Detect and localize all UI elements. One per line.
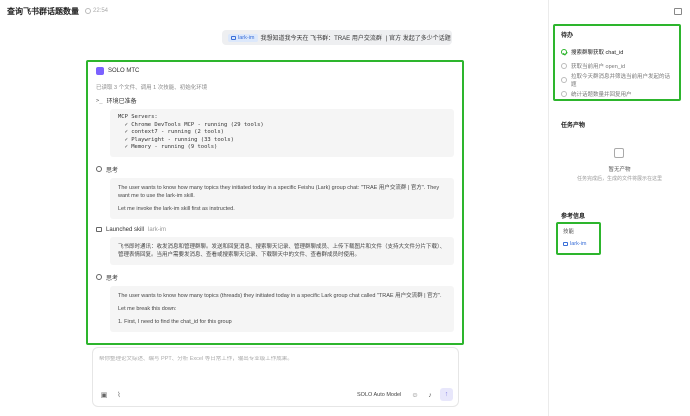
todo-item[interactable]: 搜索群聊获取 chat_id — [561, 45, 673, 59]
think1-line: Let me invoke the lark-im skill first as… — [118, 205, 235, 212]
agent-response: SOLO MTC 已读取 3 个文件、调用 1 次技能、初始化环境 >_ 环境已… — [86, 60, 464, 345]
check-pending-icon — [561, 63, 567, 69]
todo-item-label: 获取当前用户 open_id — [571, 64, 626, 70]
lark-icon — [563, 242, 568, 246]
think2-line: The user wants to know how many topics (… — [118, 292, 442, 299]
agent-avatar-icon — [96, 67, 104, 75]
env-code-block: MCP Servers: ✓ Chrome DevTools MCP - run… — [110, 109, 454, 157]
timestamp: 22:54 — [85, 8, 108, 14]
agent-header: SOLO MTC — [96, 67, 454, 75]
empty-box-icon — [614, 148, 624, 158]
timestamp-text: 22:54 — [93, 8, 109, 14]
empty-subtitle: 任务完成后，生成的文件将展示在这里 — [576, 176, 662, 182]
composer-input[interactable] — [99, 356, 449, 362]
todo-item-label: 搜索群聊获取 chat_id — [571, 50, 624, 56]
empty-title: 暂无产物 — [608, 167, 631, 173]
status-text[interactable]: 已读取 3 个文件、调用 1 次技能、初始化环境 — [96, 83, 454, 91]
user-message-suffix: | 官方 发起了多少个话题 — [385, 36, 451, 42]
reference-skill-name: lark-im — [570, 241, 587, 247]
lark-icon — [231, 35, 236, 40]
lightbulb-icon — [96, 166, 102, 172]
user-message-text: 我想知道我今天在 飞书群：TRAE 用户交流群 — [260, 36, 382, 42]
think2-body: The user wants to know how many topics (… — [110, 285, 454, 332]
todo-title: 待办 — [561, 33, 574, 39]
think2-line: 1. First, I need to find the chat_id for… — [118, 318, 232, 325]
skill-tag[interactable]: lark-im — [228, 33, 258, 42]
env-section-header[interactable]: >_ 环境已准备 — [96, 96, 454, 106]
top-bar: 查询飞书群话题数量 22:54 — [0, 0, 548, 22]
panel-divider — [548, 0, 549, 416]
skill-name: lark-im — [148, 226, 167, 233]
think2-header[interactable]: 思考 — [96, 273, 454, 282]
check-done-icon — [561, 49, 567, 55]
check-pending-icon — [561, 91, 567, 97]
lightbulb-icon — [96, 274, 102, 280]
mic-icon[interactable]: ♪ — [426, 392, 434, 400]
todo-item-label: 拉取今天群消息并筛选当前用户发起的话题 — [571, 74, 671, 88]
skill-header[interactable]: Launched skill lark-im — [96, 227, 454, 233]
model-label: SOLO Auto Model — [357, 392, 402, 398]
attach-icon[interactable]: ⌇ — [115, 392, 123, 400]
user-message: lark-im 我想知道我今天在 飞书群：TRAE 用户交流群 | 官方 发起了… — [222, 30, 452, 45]
skill-tag-label: lark-im — [238, 34, 255, 41]
todo-item[interactable]: 获取当前用户 open_id — [561, 59, 673, 73]
think1-body: The user wants to know how many topics t… — [110, 177, 454, 219]
reference-panel: 技能 lark-im — [556, 222, 601, 255]
image-icon[interactable]: ▣ — [100, 392, 108, 400]
agent-name: SOLO MTC — [108, 68, 140, 74]
reference-skill[interactable]: lark-im — [563, 241, 594, 247]
skill-icon — [96, 227, 102, 232]
think1-line: The user wants to know how many topics t… — [118, 184, 440, 199]
skill-title: Launched skill — [106, 226, 145, 233]
todo-item[interactable]: 拉取今天群消息并筛选当前用户发起的话题 — [561, 73, 673, 88]
todo-item-label: 统计话题数量并回复用户 — [571, 92, 632, 98]
think1-title: 思考 — [106, 167, 119, 174]
env-section-title: 环境已准备 — [106, 99, 137, 105]
reference-title: 参考信息 — [561, 214, 586, 220]
composer: ▣ ⌇ SOLO Auto Model ☺ ♪ ↑ — [92, 347, 459, 407]
agent-icon[interactable]: ☺ — [411, 392, 419, 400]
clock-icon — [85, 8, 91, 14]
terminal-icon: >_ — [96, 97, 103, 104]
output-title: 任务产物 — [561, 123, 586, 129]
reference-label: 技能 — [563, 229, 575, 235]
todo-panel: 待办 搜索群聊获取 chat_id 获取当前用户 open_id 拉取今天群消息… — [553, 24, 681, 101]
check-pending-icon — [561, 77, 567, 83]
think2-title: 思考 — [106, 275, 119, 282]
send-button[interactable]: ↑ — [440, 388, 453, 401]
skill-desc: 飞书即时通讯：收发消息和管理群聊。发送和回复消息、搜索聊天记录、管理群聊成员、上… — [110, 236, 454, 265]
think2-line: Let me break this down: — [118, 305, 177, 312]
panel-toggle-icon[interactable] — [674, 8, 682, 15]
think1-header[interactable]: 思考 — [96, 165, 454, 174]
page-title: 查询飞书群话题数量 — [7, 6, 79, 16]
todo-item[interactable]: 统计话题数量并回复用户 — [561, 87, 673, 101]
model-select[interactable]: SOLO Auto Model — [357, 392, 401, 398]
